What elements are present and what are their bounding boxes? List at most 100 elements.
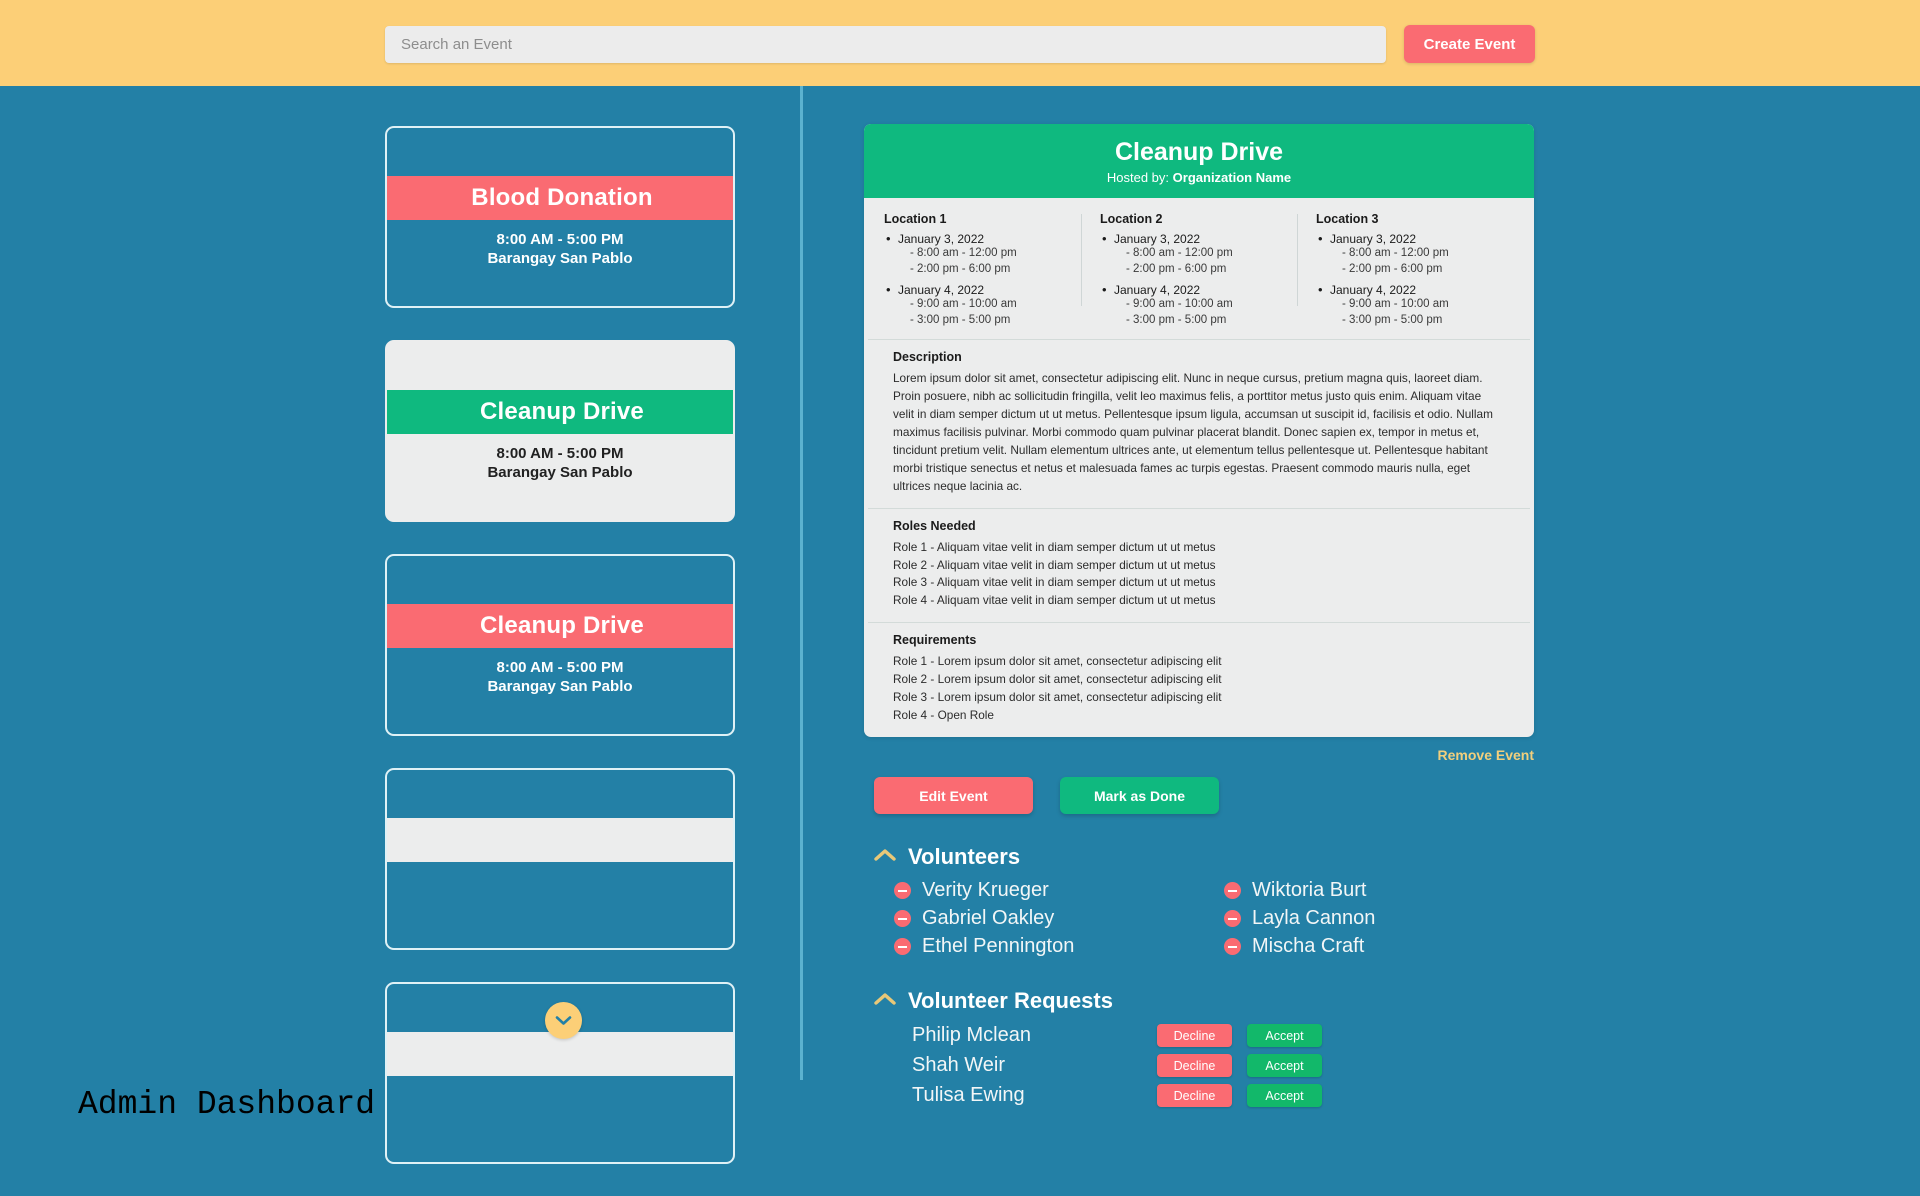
event-card[interactable]: Cleanup Drive 8:00 AM - 5:00 PM Barangay S… — [385, 554, 735, 736]
location-column: Location 2 January 3, 2022- 8:00 am - 12:… — [1082, 212, 1298, 329]
remove-volunteer-icon[interactable] — [1224, 882, 1241, 900]
chevron-down-icon — [555, 1016, 572, 1025]
event-list: Blood Donation 8:00 AM - 5:00 PM Barangay … — [385, 126, 735, 1196]
volunteer-item: Mischa Craft — [1224, 935, 1554, 958]
event-card-location: Barangay San Pablo — [487, 250, 633, 268]
event-card-meta: 8:00 AM - 5:00 PM Barangay San Pablo — [387, 230, 733, 268]
volunteer-name: Gabriel Oakley — [922, 907, 1055, 930]
roles-label: Roles Needed — [893, 518, 976, 533]
location-date: January 3, 2022 — [884, 231, 1068, 246]
volunteer-request-row: Tulisa Ewing Decline Accept — [912, 1084, 1534, 1108]
location-date: January 3, 2022 — [1316, 231, 1500, 246]
mark-as-done-button[interactable]: Mark as Done — [1060, 777, 1219, 815]
accept-request-button[interactable]: Accept — [1247, 1054, 1322, 1078]
organization-name: Organization Name — [1172, 169, 1292, 185]
chevron-up-icon[interactable] — [874, 992, 896, 1011]
location-name: Location 2 — [1100, 211, 1163, 226]
volunteer-name: Verity Krueger — [922, 879, 1049, 902]
accept-request-button[interactable]: Accept — [1247, 1024, 1322, 1048]
remove-volunteer-icon[interactable] — [894, 882, 911, 900]
volunteer-requests-group: Volunteer Requests Philip Mclean Decline A… — [864, 988, 1534, 1108]
volunteers-header[interactable]: Volunteers — [874, 844, 1534, 870]
roles-section: Roles Needed Role 1 - Aliquam vitae veli… — [868, 507, 1530, 623]
event-card-time: 8:00 AM - 5:00 PM — [496, 659, 624, 676]
decline-request-button[interactable]: Decline — [1157, 1054, 1232, 1078]
event-card-time: 8:00 AM - 5:00 PM — [496, 231, 624, 248]
locations-row: Location 1January 3, 2022- 8:00 am - 12:… — [864, 198, 1534, 339]
event-card[interactable]: Blood Donation 8:00 AM - 5:00 PM Barangay … — [385, 126, 735, 308]
location-time-slot: - 3:00 pm - 5:00 pm — [1342, 314, 1443, 327]
location-time-slot: - 8:00 am - 12:00 pm — [910, 246, 1017, 259]
volunteers-group: Volunteers Verity Krueger Wiktoria Burt Ga… — [864, 844, 1534, 958]
location-time-slot: - 8:00 am - 12:00 pm — [1342, 246, 1449, 259]
event-card-title: Cleanup Drive — [387, 604, 733, 648]
page-title: Admin Dashboard — [78, 1086, 376, 1123]
volunteer-request-row: Philip Mclean Decline Accept — [912, 1024, 1534, 1048]
description-label: Description — [893, 350, 962, 365]
location-date: January 4, 2022 — [1100, 282, 1284, 297]
request-volunteer-name: Philip Mclean — [912, 1024, 1031, 1047]
remove-volunteer-icon[interactable] — [1224, 910, 1241, 928]
location-date: January 4, 2022 — [884, 282, 1068, 297]
content-area: Blood Donation 8:00 AM - 5:00 PM Barangay … — [0, 86, 1920, 1164]
role-item: Role 4 - Aliquam vitae velit in diam sem… — [893, 593, 1216, 608]
accept-request-button[interactable]: Accept — [1247, 1084, 1322, 1108]
volunteer-name: Ethel Pennington — [922, 935, 1075, 958]
description-section: Description Lorem ipsum dolor sit amet, … — [868, 339, 1530, 507]
event-card-location: Barangay San Pablo — [487, 678, 633, 696]
role-item: Role 3 - Aliquam vitae velit in diam sem… — [893, 575, 1216, 590]
event-card[interactable] — [385, 768, 735, 950]
location-column: Location 1 January 3, 2022- 8:00 am - 12:… — [884, 212, 1082, 329]
volunteer-item: Ethel Pennington — [894, 935, 1224, 958]
volunteer-requests-header[interactable]: Volunteer Requests — [874, 988, 1534, 1014]
location-time-slot: - 9:00 am - 10:00 am — [910, 298, 1017, 311]
decline-request-button[interactable]: Decline — [1157, 1024, 1232, 1048]
requirements-label: Requirements — [893, 633, 977, 648]
location-time-slot: - 3:00 pm - 5:00 pm — [910, 314, 1011, 327]
requirements-section: Requirements Role 1 - Lorem ipsum dolor … — [868, 622, 1530, 737]
event-detail-column: Cleanup Drive Hosted by: Organization Na… — [864, 124, 1534, 1114]
requirement-item: Role 4 - Open Role — [893, 708, 994, 723]
requirement-item: Role 1 - Lorem ipsum dolor sit amet, con… — [893, 654, 1222, 669]
volunteer-request-row: Shah Weir Decline Accept — [912, 1054, 1534, 1078]
remove-volunteer-icon[interactable] — [894, 938, 911, 956]
location-time-slot: - 2:00 pm - 6:00 pm — [1342, 262, 1443, 275]
event-card-meta: 8:00 AM - 5:00 PM Barangay San Pablo — [387, 444, 733, 482]
create-event-button[interactable]: Create Event — [1404, 25, 1535, 63]
volunteer-item: Gabriel Oakley — [894, 907, 1224, 930]
decline-request-button[interactable]: Decline — [1157, 1084, 1232, 1108]
request-volunteer-name: Tulisa Ewing — [912, 1084, 1025, 1107]
location-name: Location 1 — [884, 211, 947, 226]
requirements-list: Role 1 - Lorem ipsum dolor sit amet, con… — [893, 653, 1505, 725]
roles-list: Role 1 - Aliquam vitae velit in diam sem… — [893, 539, 1505, 611]
edit-event-button[interactable]: Edit Event — [874, 777, 1033, 815]
event-card[interactable]: Cleanup Drive 8:00 AM - 5:00 PM Barangay S… — [385, 340, 735, 522]
event-card-time: 8:00 AM - 5:00 PM — [496, 445, 624, 462]
location-name: Location 3 — [1316, 211, 1379, 226]
volunteers-list: Verity Krueger Wiktoria Burt Gabriel Oakle… — [874, 879, 1534, 958]
event-card-title: Cleanup Drive — [387, 390, 733, 434]
remove-volunteer-icon[interactable] — [1224, 938, 1241, 956]
top-bar: Create Event — [0, 0, 1920, 86]
volunteer-item: Wiktoria Burt — [1224, 879, 1554, 902]
volunteer-name: Mischa Craft — [1252, 935, 1365, 958]
scroll-down-button[interactable] — [545, 1002, 582, 1039]
event-detail-panel: Cleanup Drive Hosted by: Organization Na… — [864, 124, 1534, 738]
requirement-item: Role 3 - Lorem ipsum dolor sit amet, con… — [893, 690, 1222, 705]
detail-host: Hosted by: Organization Name — [864, 170, 1534, 185]
event-card[interactable] — [385, 982, 735, 1164]
chevron-up-icon[interactable] — [874, 848, 896, 867]
detail-title: Cleanup Drive — [1114, 138, 1284, 166]
description-text: Lorem ipsum dolor sit amet, consectetur … — [893, 371, 1493, 493]
remove-event-link[interactable]: Remove Event — [864, 747, 1534, 763]
volunteer-requests-list: Philip Mclean Decline Accept Shah Weir Decli… — [874, 1024, 1534, 1108]
remove-volunteer-icon[interactable] — [894, 910, 911, 928]
detail-header: Cleanup Drive Hosted by: Organization Na… — [864, 124, 1534, 198]
search-input[interactable] — [385, 26, 1386, 63]
volunteer-name: Layla Cannon — [1252, 907, 1376, 930]
event-card-location: Barangay San Pablo — [487, 464, 633, 482]
role-item: Role 1 - Aliquam vitae velit in diam sem… — [893, 539, 1216, 554]
hosted-by-label: Hosted by: — [1106, 169, 1170, 185]
location-time-slot: - 3:00 pm - 5:00 pm — [1126, 314, 1227, 327]
volunteer-item: Layla Cannon — [1224, 907, 1554, 930]
